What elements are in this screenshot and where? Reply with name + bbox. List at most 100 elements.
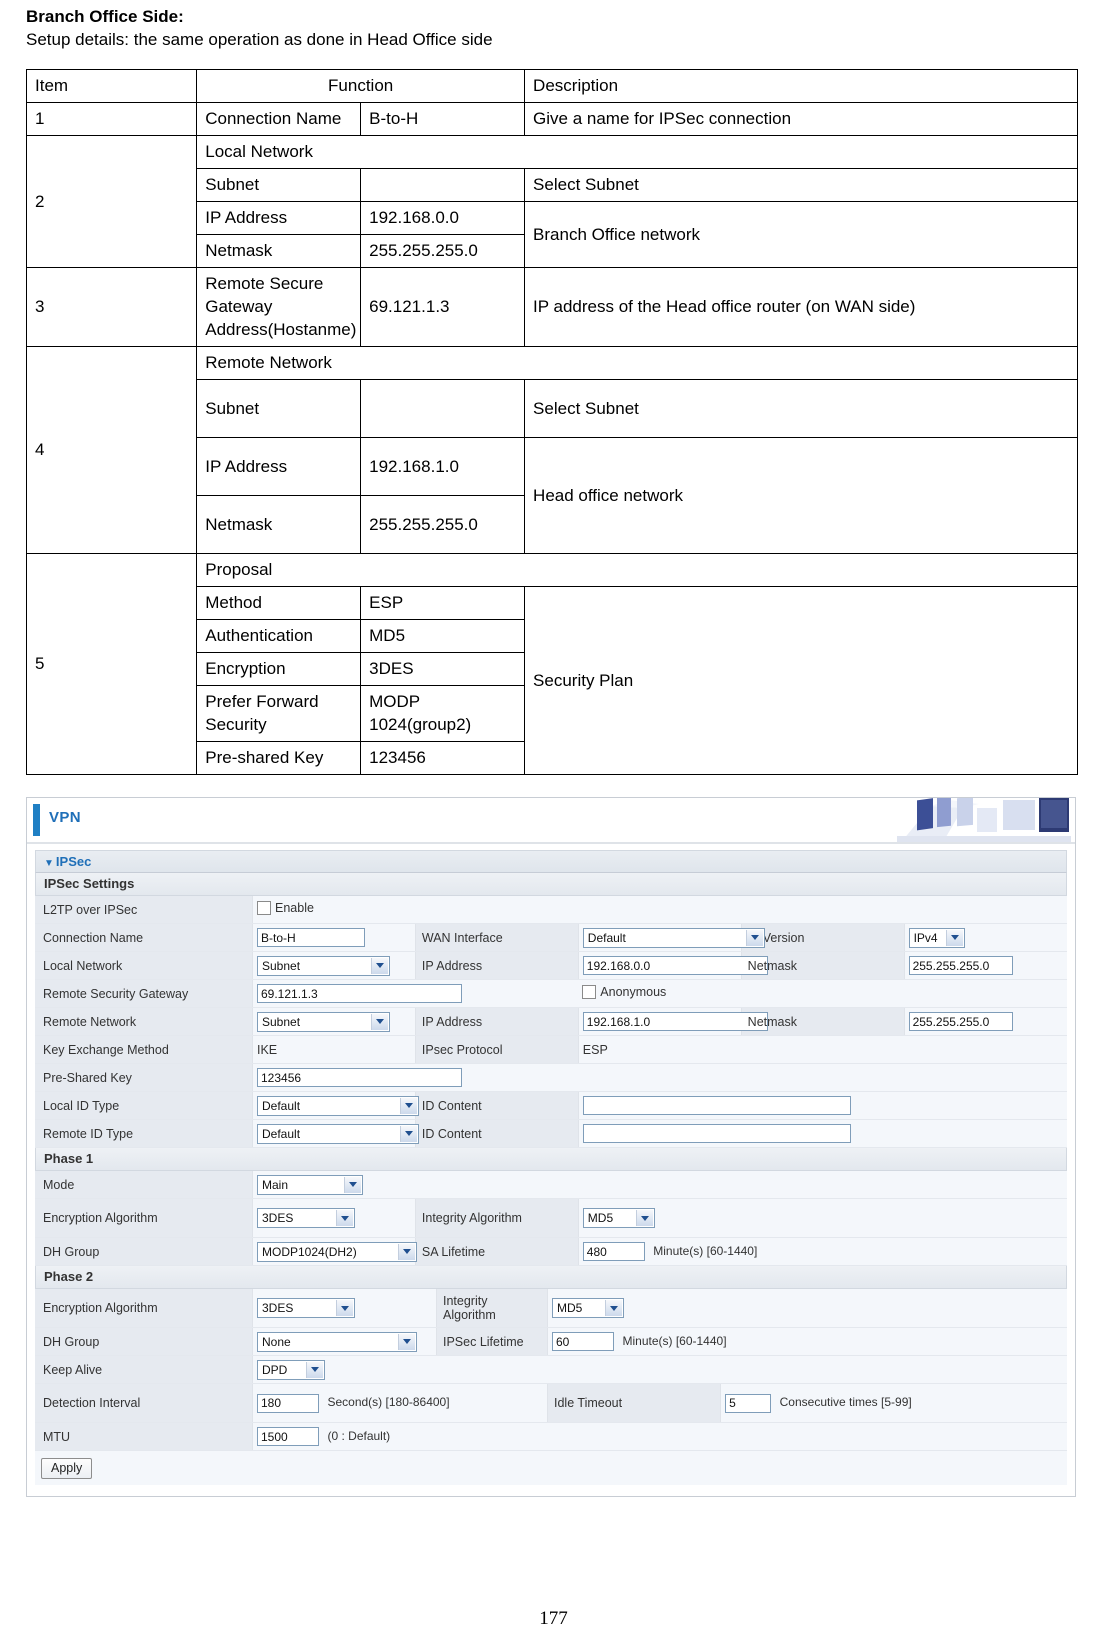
local-id-type-select[interactable]: Default [257,1095,419,1116]
document-page: Branch Office Side: Setup details: the s… [0,0,1107,1644]
row-function-value: 255.255.255.0 [360,234,526,268]
p2-encryption-select[interactable]: 3DES [257,1298,355,1318]
p1-encryption-select[interactable]: 3DES [257,1208,355,1228]
collapse-caret-icon[interactable]: ▼ [44,858,54,869]
l2tp-enable-cell: Enable [252,896,1067,924]
local-network-select[interactable]: Subnet [257,955,390,976]
row-function-label: Subnet [196,168,362,202]
detection-interval-label: Detection Interval [35,1383,253,1423]
sa-lifetime-input[interactable] [582,1242,645,1261]
row-item-number: 2 [25,135,198,268]
p1-dh-group-select[interactable]: MODP1024(DH2) [257,1241,417,1262]
idle-timeout-label: Idle Timeout [546,1383,722,1423]
chevron-down-icon[interactable] [945,929,963,946]
local-id-type-value: Default [262,1098,301,1113]
chevron-down-icon[interactable] [398,1243,415,1260]
row-function-label: IP Address [196,201,362,235]
remote-netmask-input[interactable] [908,1012,1013,1031]
keep-alive-select[interactable]: DPD [257,1359,325,1380]
chevron-down-icon[interactable] [635,1210,653,1226]
chevron-down-icon[interactable] [336,1210,353,1226]
preshared-key-input[interactable] [257,1068,462,1087]
row-description: Head office network [524,437,1078,554]
chevron-down-icon[interactable] [745,929,763,946]
ip-version-label: IP Version [740,923,905,952]
local-id-content-input[interactable] [582,1096,851,1115]
form-row-key-exchange: Key Exchange Method IKE IPsec Protocol E… [35,1035,1067,1064]
p1-encryption-value: 3DES [262,1211,294,1225]
row-function-value: 255.255.255.0 [360,495,526,554]
p2-integrity-select[interactable]: MD5 [552,1298,624,1318]
mtu-label: MTU [35,1422,253,1451]
form-row-mtu: MTU (0 : Default) [35,1422,1067,1451]
remote-id-content-label: ID Content [414,1119,579,1148]
connection-name-input[interactable] [257,928,365,947]
form-row-remote-gateway: Remote Security Gateway Anonymous [35,979,1067,1008]
table-row: 3 Remote Secure Gateway Address(Hostanme… [25,267,1078,347]
anonymous-checkbox[interactable] [582,985,597,999]
remote-gateway-input[interactable] [257,984,462,1003]
wan-interface-select[interactable]: Default [582,927,765,948]
chevron-down-icon[interactable] [398,1333,415,1350]
chevron-down-icon[interactable] [306,1361,323,1378]
l2tp-enable-checkbox[interactable] [257,901,271,915]
chevron-down-icon[interactable] [371,957,388,974]
form-row-p2-dh-group: DH Group None IPSec Lifetime Minute(s) [… [35,1327,1067,1356]
chevron-down-icon[interactable] [344,1176,361,1193]
apply-bar: Apply [35,1451,1067,1485]
row-function-label: Subnet [196,379,362,438]
router-web-ui-screenshot: VPN ▼ IPSec IPSec Settings L2TP over IPS… [26,797,1076,1497]
row-function-label: Netmask [196,234,362,268]
detection-interval-input[interactable] [257,1393,319,1413]
mtu-hint: (0 : Default) [327,1428,391,1443]
ipsec-protocol-value: ESP [578,1035,1067,1064]
row-function-value: 3DES [360,652,526,686]
remote-ip-input[interactable] [582,1012,768,1031]
sa-lifetime-label: SA Lifetime [414,1237,579,1266]
l2tp-label: L2TP over IPSec [35,896,253,924]
key-exchange-label: Key Exchange Method [35,1035,253,1064]
local-ip-input[interactable] [582,956,768,975]
p2-dh-group-select[interactable]: None [257,1331,417,1352]
form-row-l2tp: L2TP over IPSec Enable [35,896,1067,924]
remote-id-content-input[interactable] [582,1124,851,1143]
local-network-value: Subnet [262,958,301,973]
form-row-remote-id-type: Remote ID Type Default ID Content [35,1119,1067,1148]
banner-title: VPN [49,809,82,826]
row-function-label: Pre-shared Key [196,741,362,775]
ipsec-lifetime-input[interactable] [552,1332,614,1351]
mode-select[interactable]: Main [257,1174,363,1195]
phase1-header: Phase 1 [35,1148,1067,1171]
remote-ip-label: IP Address [414,1007,579,1036]
connection-name-label: Connection Name [35,923,253,952]
preshared-key-label: Pre-Shared Key [35,1063,253,1092]
idle-timeout-input[interactable] [725,1393,772,1413]
mtu-input[interactable] [257,1427,319,1446]
chevron-down-icon[interactable] [371,1013,388,1030]
remote-network-select[interactable]: Subnet [257,1011,390,1032]
p2-encryption-label: Encryption Algorithm [35,1289,253,1328]
row-item-number: 4 [25,346,198,554]
row-function-value [360,379,526,438]
local-netmask-input[interactable] [908,956,1013,975]
apply-button[interactable]: Apply [41,1458,93,1479]
table-row: 2 Local Network [25,135,1078,268]
remote-gateway-label: Remote Security Gateway [35,979,253,1008]
row-function-value: MD5 [360,619,526,653]
ipsec-panel-body: ▼ IPSec IPSec Settings L2TP over IPSec En… [27,844,1075,1493]
chevron-down-icon[interactable] [605,1300,622,1316]
chevron-down-icon[interactable] [336,1300,353,1316]
ipsec-section-header[interactable]: ▼ IPSec [35,850,1067,873]
p1-integrity-select[interactable]: MD5 [582,1208,655,1228]
ipsec-settings-form: L2TP over IPSec Enable Connection Name W [35,896,1067,1148]
form-row-local-network: Local Network Subnet IP Address Netmask [35,951,1067,980]
p1-integrity-label: Integrity Algorithm [414,1198,579,1238]
form-row-connection-name: Connection Name WAN Interface Default IP… [35,923,1067,952]
chevron-down-icon[interactable] [400,1125,417,1142]
chevron-down-icon[interactable] [400,1097,417,1114]
p1-encryption-label: Encryption Algorithm [35,1198,253,1238]
detection-interval-hint: Second(s) [180-86400] [327,1395,450,1410]
l2tp-enable-label: Enable [275,901,314,915]
ip-version-select[interactable]: IPv4 [908,927,965,948]
remote-id-type-select[interactable]: Default [257,1123,419,1144]
